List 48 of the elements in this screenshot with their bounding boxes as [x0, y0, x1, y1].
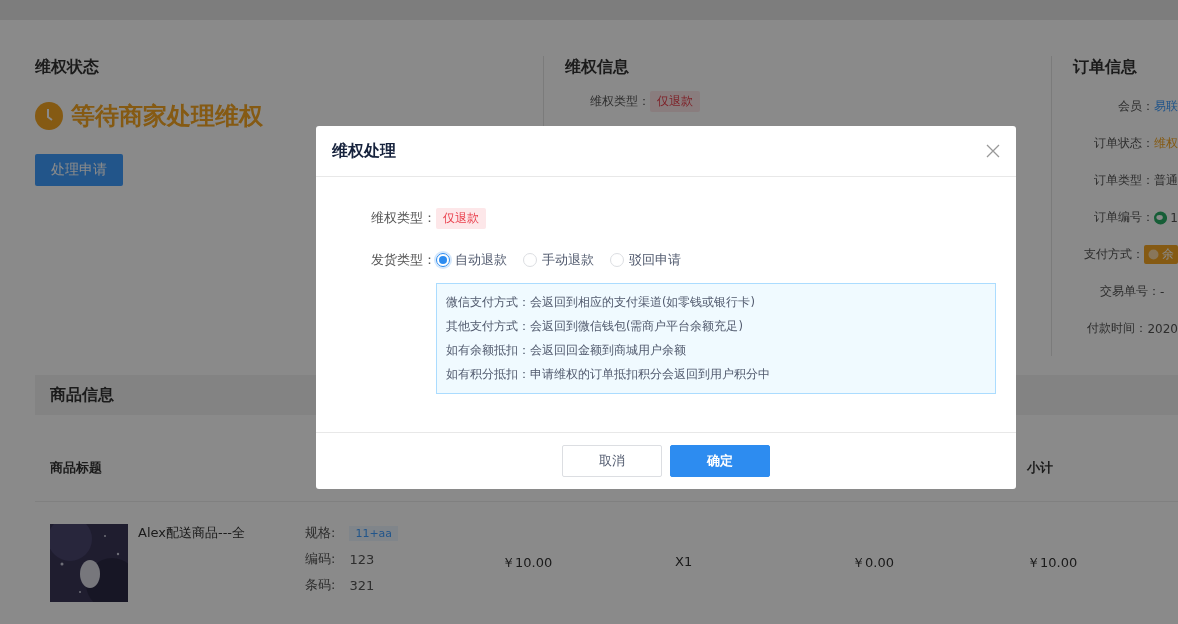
cancel-button[interactable]: 取消	[562, 445, 662, 477]
field-label: 支付方式：	[1083, 246, 1144, 263]
type-tag: 仅退款	[650, 90, 700, 112]
field-label: 订单状态：	[1093, 135, 1154, 152]
status-text: 等待商家处理维权	[71, 101, 263, 132]
radio-option[interactable]: 自动退款	[436, 251, 507, 269]
code-label: 编码:	[305, 550, 336, 568]
field-label: 维权类型：	[370, 209, 436, 227]
column-header: 小计	[1027, 459, 1054, 477]
section-title: 维权信息	[565, 56, 630, 78]
barcode-label: 条码:	[305, 576, 336, 594]
field-value: -	[1160, 284, 1165, 299]
section-title: 商品信息	[50, 384, 114, 406]
info-text: 其他支付方式：会返回到微信钱包(需商户平台余额充足)	[446, 318, 744, 335]
field-label: 订单类型：	[1093, 172, 1154, 189]
table-cell: ￥10.00	[1027, 555, 1078, 570]
table-cell: ￥0.00	[852, 555, 894, 570]
spec-label: 规格:	[305, 524, 336, 542]
section-title: 订单信息	[1073, 56, 1138, 78]
field-label: 会员：	[1117, 98, 1154, 115]
column-header: 商品标题	[50, 459, 103, 477]
table-cell: X1	[675, 554, 693, 569]
clock-icon	[35, 102, 63, 130]
spec-tag: 11+aa	[349, 525, 399, 541]
info-text: 如有余额抵扣：会返回回金额到商城用户余额	[446, 342, 687, 359]
dialog-title: 维权处理	[332, 140, 396, 162]
section-title: 维权状态	[35, 56, 100, 78]
type-tag: 仅退款	[436, 207, 486, 229]
radio-option[interactable]: 手动退款	[523, 251, 594, 269]
field-value: 2020	[1147, 321, 1178, 336]
field-label: 交易单号：	[1099, 283, 1160, 300]
payment-badge: 余	[1144, 245, 1178, 264]
order-number: 1	[1170, 210, 1178, 225]
table-cell: 123	[349, 551, 375, 567]
close-icon[interactable]	[986, 144, 1000, 158]
info-text: 如有积分抵扣：申请维权的订单抵扣积分会返回到用户积分中	[446, 366, 771, 383]
wechat-icon	[1154, 210, 1168, 225]
field-label: 维权类型：	[589, 92, 650, 110]
field-label: 发货类型：	[370, 251, 436, 269]
radio-option[interactable]: 驳回申请	[610, 251, 681, 269]
info-text: 微信支付方式：会返回到相应的支付渠道(如零钱或银行卡)	[446, 294, 756, 311]
field-value: 普通	[1154, 172, 1178, 189]
field-label: 付款时间：	[1086, 320, 1148, 337]
field-label: 订单编号：	[1093, 209, 1155, 226]
product-title: Alex配送商品---全	[138, 524, 246, 542]
order-status: 维权	[1154, 135, 1178, 152]
table-cell: ￥10.00	[502, 555, 553, 570]
table-cell: 321	[349, 577, 375, 593]
